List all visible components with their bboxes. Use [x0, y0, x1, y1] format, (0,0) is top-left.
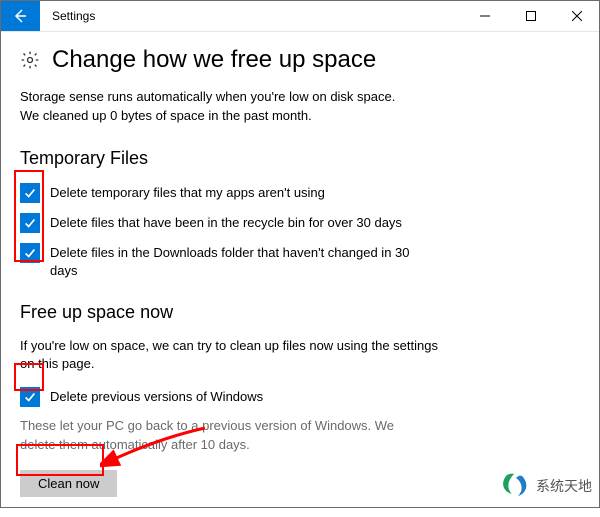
page-header: Change how we free up space: [20, 46, 580, 74]
free-up-description: If you're low on space, we can try to cl…: [20, 337, 440, 373]
checkbox-icon: [20, 183, 40, 203]
checkbox-icon: [20, 243, 40, 263]
page-title: Change how we free up space: [52, 46, 376, 74]
watermark-logo-icon: [498, 470, 530, 502]
checkbox-label: Delete previous versions of Windows: [50, 387, 263, 406]
checkbox-icon: [20, 387, 40, 407]
free-up-space-heading: Free up space now: [20, 302, 580, 323]
gear-icon: [20, 50, 40, 70]
maximize-button[interactable]: [508, 0, 554, 31]
checkbox-icon: [20, 213, 40, 233]
back-button[interactable]: [0, 0, 40, 31]
desc-line2: We cleaned up 0 bytes of space in the pa…: [20, 108, 312, 123]
arrow-left-icon: [12, 8, 28, 24]
prev-windows-hint: These let your PC go back to a previous …: [20, 417, 420, 453]
app-title: Settings: [40, 0, 462, 31]
checkbox-delete-prev-windows[interactable]: Delete previous versions of Windows: [20, 387, 580, 407]
minimize-button[interactable]: [462, 0, 508, 31]
checkbox-label: Delete files in the Downloads folder tha…: [50, 243, 430, 280]
checkbox-delete-recycle-bin[interactable]: Delete files that have been in the recyc…: [20, 213, 580, 233]
clean-now-button[interactable]: Clean now: [20, 470, 117, 497]
watermark-text: 系统天地: [536, 476, 592, 496]
desc-line1: Storage sense runs automatically when yo…: [20, 89, 395, 104]
checkbox-label: Delete temporary files that my apps aren…: [50, 183, 325, 202]
content-area: Change how we free up space Storage sens…: [0, 32, 600, 517]
close-button[interactable]: [554, 0, 600, 31]
storage-sense-description: Storage sense runs automatically when yo…: [20, 88, 580, 126]
checkbox-delete-temp-files[interactable]: Delete temporary files that my apps aren…: [20, 183, 580, 203]
checkbox-delete-downloads[interactable]: Delete files in the Downloads folder tha…: [20, 243, 580, 280]
temporary-files-heading: Temporary Files: [20, 148, 580, 169]
window-controls: [462, 0, 600, 31]
watermark: 系统天地: [498, 470, 592, 502]
titlebar: Settings: [0, 0, 600, 32]
checkbox-label: Delete files that have been in the recyc…: [50, 213, 402, 232]
